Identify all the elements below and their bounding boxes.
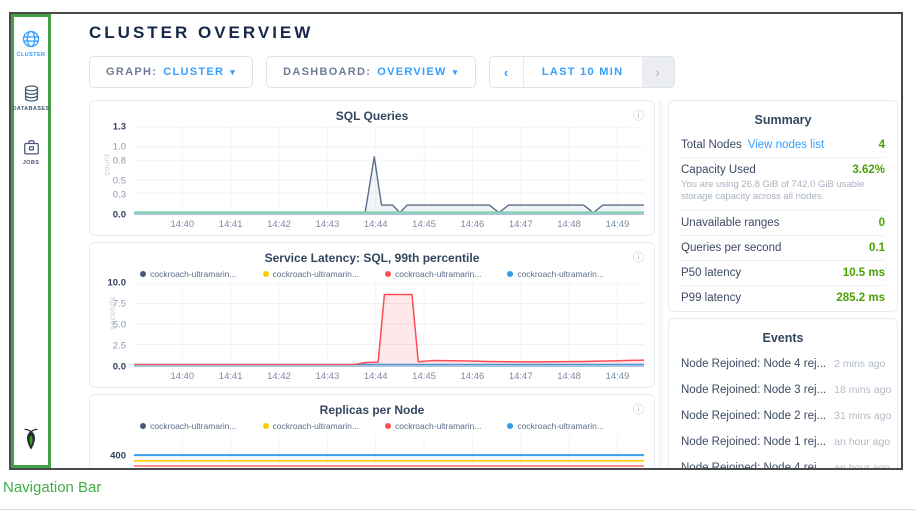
page-title: CLUSTER OVERVIEW xyxy=(89,23,898,43)
events-title: Events xyxy=(681,327,885,351)
replicas-per-node-plot[interactable] xyxy=(134,435,644,468)
y-axis-ticks: 400 xyxy=(100,435,134,468)
chart-card-sql-queries: SQL Queries ⓘ count 1.31.00.80.50.30.0 1… xyxy=(89,100,655,236)
info-icon[interactable]: ⓘ xyxy=(633,107,644,123)
event-row: Node Rejoined: Node 2 rej... 31 mins ago xyxy=(681,403,885,429)
annotation-caption: Navigation Bar xyxy=(3,479,101,496)
sidebar-item-jobs[interactable]: JOBS xyxy=(22,138,41,166)
info-icon[interactable]: ⓘ xyxy=(633,249,644,265)
events-panel: Events Node Rejoined: Node 4 rej... 2 mi… xyxy=(668,318,898,468)
event-row: Node Rejoined: Node 1 rej... an hour ago xyxy=(681,429,885,455)
graph-dropdown[interactable]: GRAPH: CLUSTER ▾ xyxy=(89,56,253,88)
globe-icon xyxy=(21,29,41,49)
sidebar-item-cluster[interactable]: CLUSTER xyxy=(17,29,46,58)
event-row: Node Rejoined: Node 4 rej... 2 mins ago xyxy=(681,351,885,377)
time-range-value[interactable]: LAST 10 MIN xyxy=(524,57,642,87)
bottom-divider xyxy=(0,509,915,510)
scrollbar-track[interactable] xyxy=(658,100,663,468)
chart-legend: cockroach-ultramarin... cockroach-ultrama… xyxy=(100,267,644,281)
y-axis-ticks: 1.31.00.80.50.30.0 xyxy=(100,127,134,215)
toolbar: GRAPH: CLUSTER ▾ DASHBOARD: OVERVIEW ▾ ‹… xyxy=(89,56,898,88)
cockroachdb-logo xyxy=(20,426,42,457)
summary-row-unavailable-ranges: Unavailable ranges 0 xyxy=(681,211,885,236)
chart-title: Replicas per Node xyxy=(320,403,425,417)
briefcase-icon xyxy=(22,138,41,157)
chart-card-replicas-per-node: Replicas per Node ⓘ cockroach-ultramarin… xyxy=(89,394,655,468)
sidebar-item-label: DATABASES xyxy=(13,106,50,112)
chart-title: SQL Queries xyxy=(336,109,408,123)
charts-scrollbar[interactable] xyxy=(655,100,668,468)
sql-queries-plot[interactable] xyxy=(134,127,644,215)
legend-item: cockroach-ultramarin... xyxy=(263,269,359,279)
summary-row-capacity-used: Capacity Used 3.62% You are using 26.8 G… xyxy=(681,158,885,211)
main-content: CLUSTER OVERVIEW GRAPH: CLUSTER ▾ DASHBO… xyxy=(51,14,901,468)
chart-title: Service Latency: SQL, 99th percentile xyxy=(265,251,480,265)
chart-legend: cockroach-ultramarin... cockroach-ultrama… xyxy=(100,419,644,433)
legend-item: cockroach-ultramarin... xyxy=(507,269,603,279)
service-latency-plot[interactable] xyxy=(134,283,644,367)
info-icon[interactable]: ⓘ xyxy=(633,401,644,417)
x-axis-ticks: 14:4014:4114:4214:4314:4414:4514:4614:47… xyxy=(134,367,644,383)
summary-row-total-nodes: Total Nodes View nodes list 4 xyxy=(681,133,885,158)
summary-panel: Summary Total Nodes View nodes list 4 Ca… xyxy=(668,100,898,312)
capacity-subtext: You are using 26.8 GiB of 742.0 GiB usab… xyxy=(681,179,885,204)
database-icon xyxy=(22,84,41,103)
legend-item: cockroach-ultramarin... xyxy=(140,269,236,279)
legend-item: cockroach-ultramarin... xyxy=(385,421,481,431)
right-column: Summary Total Nodes View nodes list 4 Ca… xyxy=(668,100,898,468)
charts-column: SQL Queries ⓘ count 1.31.00.80.50.30.0 1… xyxy=(89,100,655,468)
navigation-bar: CLUSTER DATABASES xyxy=(11,14,51,468)
event-row: Node Rejoined: Node 4 rej... an hour ago xyxy=(681,455,885,468)
chevron-down-icon: ▾ xyxy=(453,67,459,78)
y-axis-ticks: 10.07.55.02.50.0 xyxy=(100,283,134,367)
time-range-selector: ‹ LAST 10 MIN › xyxy=(489,56,675,88)
sidebar-item-label: JOBS xyxy=(23,160,40,166)
time-prev-button[interactable]: ‹ xyxy=(490,57,524,87)
legend-item: cockroach-ultramarin... xyxy=(140,421,236,431)
event-row: Node Rejoined: Node 3 rej... 18 mins ago xyxy=(681,377,885,403)
x-axis-ticks: 14:4014:4114:4214:4314:4414:4514:4614:47… xyxy=(134,215,644,231)
summary-row-p99-latency: P99 latency 285.2 ms xyxy=(681,286,885,310)
time-next-button[interactable]: › xyxy=(642,57,674,87)
sidebar-item-databases[interactable]: DATABASES xyxy=(13,84,50,112)
legend-item: cockroach-ultramarin... xyxy=(385,269,481,279)
summary-title: Summary xyxy=(681,109,885,133)
legend-item: cockroach-ultramarin... xyxy=(507,421,603,431)
dashboard-dropdown[interactable]: DASHBOARD: OVERVIEW ▾ xyxy=(266,56,476,88)
screenshot-canvas: CLUSTER DATABASES xyxy=(0,0,915,517)
legend-item: cockroach-ultramarin... xyxy=(263,421,359,431)
sidebar-item-label: CLUSTER xyxy=(17,52,46,58)
view-nodes-list-link[interactable]: View nodes list xyxy=(748,139,825,151)
chart-card-service-latency: Service Latency: SQL, 99th percentile ⓘ … xyxy=(89,242,655,388)
chevron-down-icon: ▾ xyxy=(230,67,236,78)
app-window: CLUSTER DATABASES xyxy=(9,12,903,470)
summary-row-p50-latency: P50 latency 10.5 ms xyxy=(681,261,885,286)
summary-row-queries-per-second: Queries per second 0.1 xyxy=(681,236,885,261)
